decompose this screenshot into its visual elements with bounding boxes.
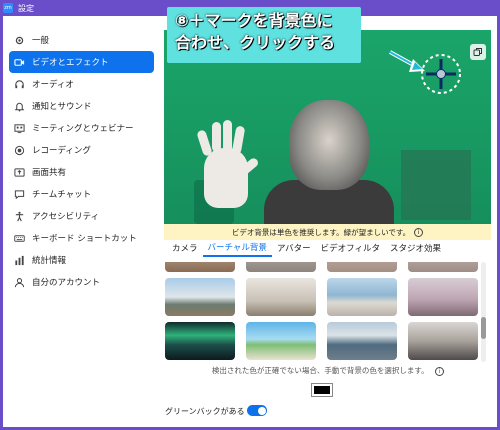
tab-video-filter[interactable]: ビデオフィルタ xyxy=(316,238,385,257)
sidebar-item-label: 自分のアカウント xyxy=(32,278,101,288)
headphones-icon xyxy=(13,78,25,90)
tab-virtual-background[interactable]: バーチャル背景 xyxy=(202,238,272,257)
gear-icon xyxy=(13,34,25,46)
background-color-swatch[interactable] xyxy=(311,383,333,397)
statistics-icon xyxy=(13,254,25,266)
sidebar-item-statistics[interactable]: 統計情報 xyxy=(9,249,154,271)
green-screen-label: グリーンバックがある xyxy=(165,407,245,416)
sidebar-item-general[interactable]: 一般 xyxy=(9,29,154,51)
sidebar-item-label: 一般 xyxy=(32,36,50,46)
background-thumbnail[interactable] xyxy=(327,278,397,316)
background-thumbnail[interactable] xyxy=(165,262,235,272)
window-title: 設定 xyxy=(18,3,34,13)
zoom-app-icon: zm xyxy=(3,3,13,13)
sidebar-item-notifications[interactable]: 通知とサウンド xyxy=(9,95,154,117)
tab-studio-effects[interactable]: スタジオ効果 xyxy=(385,238,446,257)
meeting-icon xyxy=(13,122,25,134)
effects-tabs: カメラ バーチャル背景 アバター ビデオフィルタ スタジオ効果 xyxy=(167,238,446,258)
sidebar-item-label: 画面共有 xyxy=(32,168,67,178)
sidebar-item-label: レコーディング xyxy=(32,146,91,156)
keyboard-icon xyxy=(13,232,25,244)
sidebar-item-keyboard-shortcuts[interactable]: キーボード ショートカット xyxy=(9,227,154,249)
sidebar-item-label: 統計情報 xyxy=(32,256,67,266)
sidebar-item-label: オーディオ xyxy=(32,80,74,90)
sidebar-item-label: 通知とサウンド xyxy=(32,102,92,112)
video-camera-icon xyxy=(13,56,25,68)
callout-line-2: 合わせ、クリックする xyxy=(175,33,336,52)
sidebar-item-label: チームチャット xyxy=(32,190,92,200)
sidebar-item-screen-share[interactable]: 画面共有 xyxy=(9,161,154,183)
sidebar-item-label: アクセシビリティ xyxy=(32,212,100,222)
background-thumbnail[interactable] xyxy=(246,262,316,272)
person-head xyxy=(289,100,369,190)
background-thumbnail[interactable] xyxy=(327,262,397,272)
background-shelf xyxy=(401,150,471,220)
sidebar-item-account[interactable]: 自分のアカウント xyxy=(9,271,154,293)
tab-avatar[interactable]: アバター xyxy=(272,238,316,257)
background-thumbnail[interactable] xyxy=(327,322,397,360)
manual-color-note: 検出された色が正確でない場合、手動で背景の色を選択します。 i xyxy=(159,365,497,379)
manual-color-note-text: 検出された色が正確でない場合、手動で背景の色を選択します。 xyxy=(211,366,429,375)
color-picker-crosshair-icon[interactable] xyxy=(420,53,462,95)
info-icon[interactable]: i xyxy=(414,227,424,237)
background-thumbnail[interactable] xyxy=(246,278,316,316)
pop-out-preview-button[interactable] xyxy=(470,44,486,60)
sidebar-item-label: キーボード ショートカット xyxy=(32,234,137,244)
tab-camera[interactable]: カメラ xyxy=(167,238,203,257)
info-icon[interactable]: i xyxy=(435,367,445,376)
background-thumbnail[interactable] xyxy=(165,322,235,360)
background-tip-text: ビデオ背景は単色を推奨します。緑が望ましいです。 xyxy=(231,227,411,237)
background-thumbnail[interactable] xyxy=(246,322,316,360)
sidebar-item-team-chat[interactable]: チームチャット xyxy=(9,183,154,205)
green-screen-setting: グリーンバックがある i xyxy=(165,406,258,417)
screen-share-icon xyxy=(13,166,25,178)
sidebar-item-video-effects[interactable]: ビデオとエフェクト xyxy=(9,51,154,73)
scrollbar-thumb[interactable] xyxy=(481,317,486,339)
sidebar-item-accessibility[interactable]: アクセシビリティ xyxy=(9,205,154,227)
sidebar-item-label: ミーティングとウェビナー xyxy=(32,124,134,134)
settings-main-panel: ⑧＋マークを背景色に 合わせ、クリックする ビデオ背景は単色を推奨します。緑が望… xyxy=(159,7,497,427)
virtual-background-grid xyxy=(165,262,479,362)
sidebar-item-meetings-webinars[interactable]: ミーティングとウェビナー xyxy=(9,117,154,139)
raised-hand xyxy=(196,120,260,208)
sidebar-item-recording[interactable]: レコーディング xyxy=(9,139,154,161)
sidebar-item-label: ビデオとエフェクト xyxy=(32,58,109,68)
background-thumbnail[interactable] xyxy=(408,322,478,360)
green-screen-toggle[interactable] xyxy=(247,405,267,416)
record-icon xyxy=(13,144,25,156)
user-icon xyxy=(13,276,25,288)
callout-line-1: ⑧＋マークを背景色に xyxy=(175,11,333,30)
bell-icon xyxy=(13,100,25,112)
copy-icon xyxy=(473,48,482,56)
background-thumbnail[interactable] xyxy=(408,262,478,272)
accessibility-icon xyxy=(13,210,25,222)
settings-sidebar: 一般 ビデオとエフェクト オーディオ 通知とサウンド ミーティングとウェビナー … xyxy=(3,16,159,427)
background-thumbnail[interactable] xyxy=(165,278,235,316)
instruction-callout: ⑧＋マークを背景色に 合わせ、クリックする xyxy=(167,7,361,63)
chat-icon xyxy=(13,188,25,200)
background-grid-scrollbar[interactable] xyxy=(481,262,486,362)
sidebar-item-audio[interactable]: オーディオ xyxy=(9,73,154,95)
background-thumbnail[interactable] xyxy=(408,278,478,316)
